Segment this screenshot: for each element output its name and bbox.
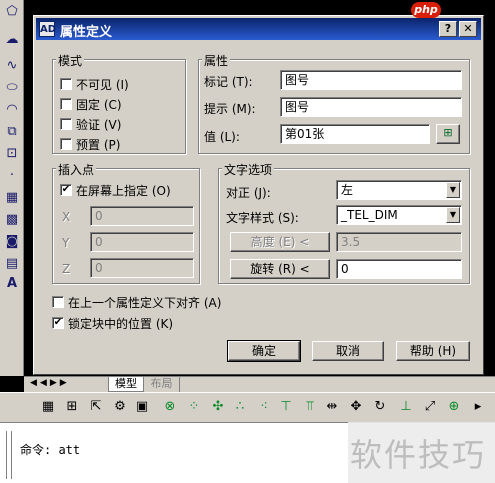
value-input[interactable]: 第01张 <box>280 124 430 144</box>
value-label: 值 (L): <box>204 130 240 144</box>
rotate-icon[interactable]: ↻ <box>372 399 388 415</box>
wblock-icon[interactable]: ⇱ <box>88 399 104 415</box>
rotation-pick-button[interactable]: 旋转 (R) < <box>230 259 330 279</box>
chevron-down-icon[interactable]: ▼ <box>446 182 460 198</box>
layout-tab-bar: ◀◀▶▶ 模型 布局 <box>24 376 495 392</box>
region-tool-icon[interactable]: ◙ <box>3 234 21 250</box>
spline-tool-icon[interactable]: ∿ <box>3 58 21 74</box>
height-pick-button[interactable]: 高度 (E) < <box>230 232 330 252</box>
attribute-legend: 属性 <box>202 52 231 69</box>
height-input[interactable]: 3.5 <box>336 232 462 252</box>
snap-center-icon[interactable]: ✣ <box>210 399 226 415</box>
text-style-label: 文字样式 (S): <box>226 211 299 225</box>
align-top-icon[interactable]: ⊤ <box>278 399 294 415</box>
more-tools-icon[interactable]: ▸ <box>470 399 486 415</box>
scale-icon[interactable]: ⤢ <box>422 399 438 415</box>
dialog-titlebar[interactable]: AD 属性定义 ? ✕ <box>36 18 481 40</box>
invisible-checkbox[interactable] <box>60 78 72 90</box>
stretch-icon[interactable]: ⇹ <box>324 399 340 415</box>
insert-block-icon[interactable]: ⧉ <box>3 124 21 140</box>
move-icon[interactable]: ✥ <box>348 399 364 415</box>
attribute-manager-icon[interactable]: ⚙ <box>112 399 128 415</box>
constant-checkbox[interactable] <box>60 98 72 110</box>
tag-label: 标记 (T): <box>204 75 253 89</box>
snap-perpendicular-icon[interactable]: ⊥ <box>398 399 414 415</box>
snap-tangent-icon[interactable]: ⊕ <box>446 399 462 415</box>
watermark-text: 软件技巧 <box>350 436 487 474</box>
tab-scroll-arrows-icon[interactable]: ◀◀▶▶ <box>30 378 70 388</box>
prompt-label: 提示 (M): <box>204 102 256 116</box>
polygon-tool-icon[interactable]: ⬠ <box>3 4 21 20</box>
multiline-text-icon[interactable]: A <box>3 276 21 292</box>
hatch-tool-icon[interactable]: ▦ <box>3 190 21 206</box>
watermark-panel: 软件技巧 <box>348 422 495 483</box>
save-icon[interactable]: ▣ <box>134 399 150 415</box>
revision-cloud-icon[interactable]: ☁ <box>3 32 21 48</box>
point-tool-icon[interactable]: · <box>3 168 21 184</box>
command-text: 命令: att <box>20 443 81 457</box>
text-style-value: _TEL_DIM <box>341 208 398 222</box>
ellipse-tool-icon[interactable]: ⬭ <box>3 80 21 96</box>
attribute-definition-dialog: AD 属性定义 ? ✕ 模式 不可见 (I) 固定 (C) 验证 (V) 预置 … <box>33 15 484 375</box>
specify-onscreen-checkbox[interactable]: ✔ <box>60 184 72 196</box>
justify-label: 对正 (J): <box>226 186 271 200</box>
help-button[interactable]: 帮助 (H) <box>396 341 470 361</box>
snap-quadrant-icon[interactable]: ⁖ <box>256 399 272 415</box>
block-editor-icon[interactable]: ▦ <box>40 399 56 415</box>
draw-toolbar: ⬠ ☁ ∿ ⬭ ◠ ⧉ ⊡ · ▦ ▩ ◙ ▤ A <box>0 0 24 376</box>
snap-node-icon[interactable]: ∴ <box>232 399 248 415</box>
x-label: X <box>62 210 71 224</box>
specify-onscreen-label: 在屏幕上指定 (O) <box>76 184 171 198</box>
tag-input[interactable]: 图号 <box>280 70 462 90</box>
rotation-input[interactable]: 0 <box>336 259 462 279</box>
modify-toolbar: ▦ ⊞ ⇱ ⚙ ▣ ⊗ ⁘ ✣ ∴ ⁖ ⊤ ⫪ ⇹ ✥ ↻ ⊥ ⤢ ⊕ ▸ <box>0 392 495 422</box>
dialog-title: 属性定义 <box>60 25 113 40</box>
verify-label: 验证 (V) <box>76 118 122 132</box>
tab-layout[interactable]: 布局 <box>144 377 180 392</box>
chevron-down-icon[interactable]: ▼ <box>446 207 460 223</box>
text-options-legend: 文字选项 <box>222 161 275 178</box>
cancel-button[interactable]: 取消 <box>312 341 384 361</box>
insert-field-icon[interactable]: ⊞ <box>436 124 460 144</box>
justify-select[interactable]: 左 ▼ <box>336 180 462 200</box>
ok-button[interactable]: 确定 <box>227 340 301 362</box>
prompt-input[interactable]: 图号 <box>280 97 462 117</box>
mode-legend: 模式 <box>56 52 85 69</box>
snap-endpoint-icon[interactable]: ⊗ <box>162 399 178 415</box>
insert-icon[interactable]: ⊞ <box>64 399 80 415</box>
lock-position-checkbox[interactable]: ✔ <box>52 317 64 329</box>
insertion-legend: 插入点 <box>56 161 97 178</box>
preset-checkbox[interactable] <box>60 138 72 150</box>
z-input[interactable]: 0 <box>90 258 194 278</box>
preset-label: 预置 (P) <box>76 138 121 152</box>
table-tool-icon[interactable]: ▤ <box>3 256 21 272</box>
gradient-tool-icon[interactable]: ▩ <box>3 212 21 228</box>
tab-model[interactable]: 模型 <box>108 377 144 392</box>
constant-label: 固定 (C) <box>76 98 122 112</box>
ellipse-arc-icon[interactable]: ◠ <box>3 102 21 118</box>
help-title-button[interactable]: ? <box>439 21 457 37</box>
make-block-icon[interactable]: ⊡ <box>3 146 21 162</box>
php-logo: php <box>411 2 441 18</box>
align-below-label: 在上一个属性定义下对齐 (A) <box>68 296 222 310</box>
lock-position-label: 锁定块中的位置 (K) <box>68 317 174 331</box>
close-icon[interactable]: ✕ <box>459 21 477 37</box>
align-below-checkbox[interactable] <box>52 296 64 308</box>
z-label: Z <box>62 262 71 276</box>
command-grip[interactable] <box>6 431 12 479</box>
x-input[interactable]: 0 <box>90 206 194 226</box>
verify-checkbox[interactable] <box>60 118 72 130</box>
app-icon: AD <box>39 21 56 37</box>
snap-midpoint-icon[interactable]: ⁘ <box>186 399 202 415</box>
y-label: Y <box>62 236 70 250</box>
justify-value: 左 <box>341 183 354 197</box>
text-style-select[interactable]: _TEL_DIM ▼ <box>336 205 462 225</box>
invisible-label: 不可见 (I) <box>76 78 129 92</box>
align-both-icon[interactable]: ⫪ <box>302 399 318 415</box>
y-input[interactable]: 0 <box>90 232 194 252</box>
